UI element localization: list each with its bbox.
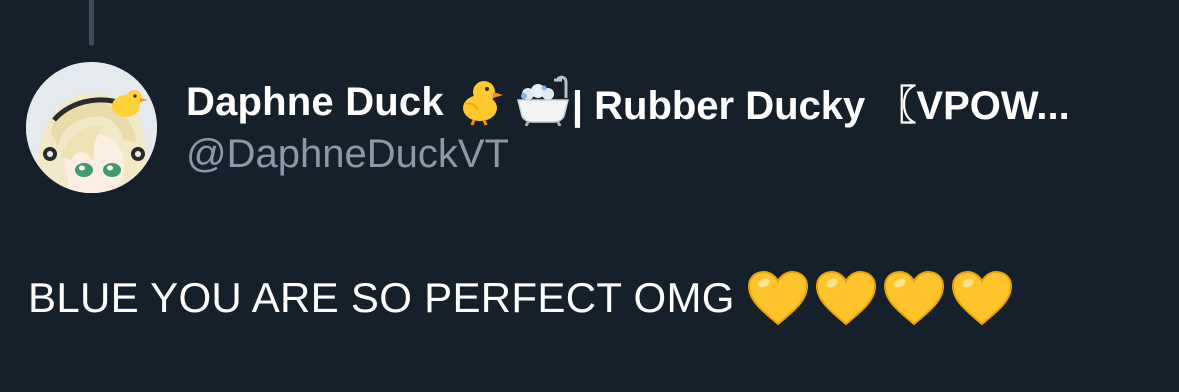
chick-emoji-icon	[456, 74, 508, 130]
tweet-text: BLUE YOU ARE SO PERFECT OMG	[28, 274, 735, 321]
user-handle[interactable]: @DaphneDuckVT	[186, 132, 1149, 177]
yellow-heart-icon	[815, 270, 876, 326]
yellow-heart-icon	[951, 270, 1012, 326]
avatar[interactable]	[26, 62, 157, 193]
yellow-heart-icon	[747, 270, 808, 326]
display-name-row[interactable]: Daphne Duck | Rubber Ducky 〖VPOW...	[186, 74, 1149, 130]
tweet[interactable]: Daphne Duck | Rubber Ducky 〖VPOW... @Dap…	[0, 0, 1179, 392]
yellow-heart-icon	[883, 270, 944, 326]
bathtub-emoji-icon	[514, 74, 572, 130]
display-name-suffix[interactable]: | Rubber Ducky 〖VPOW...	[572, 74, 1070, 130]
avatar-image	[26, 62, 157, 193]
tweet-body: BLUE YOU ARE SO PERFECT OMG	[28, 270, 1013, 326]
tweet-emojis	[747, 270, 1013, 326]
display-name[interactable]: Daphne Duck	[186, 80, 444, 125]
tweet-header: Daphne Duck | Rubber Ducky 〖VPOW... @Dap…	[186, 74, 1149, 177]
thread-connector-line	[89, 0, 94, 46]
